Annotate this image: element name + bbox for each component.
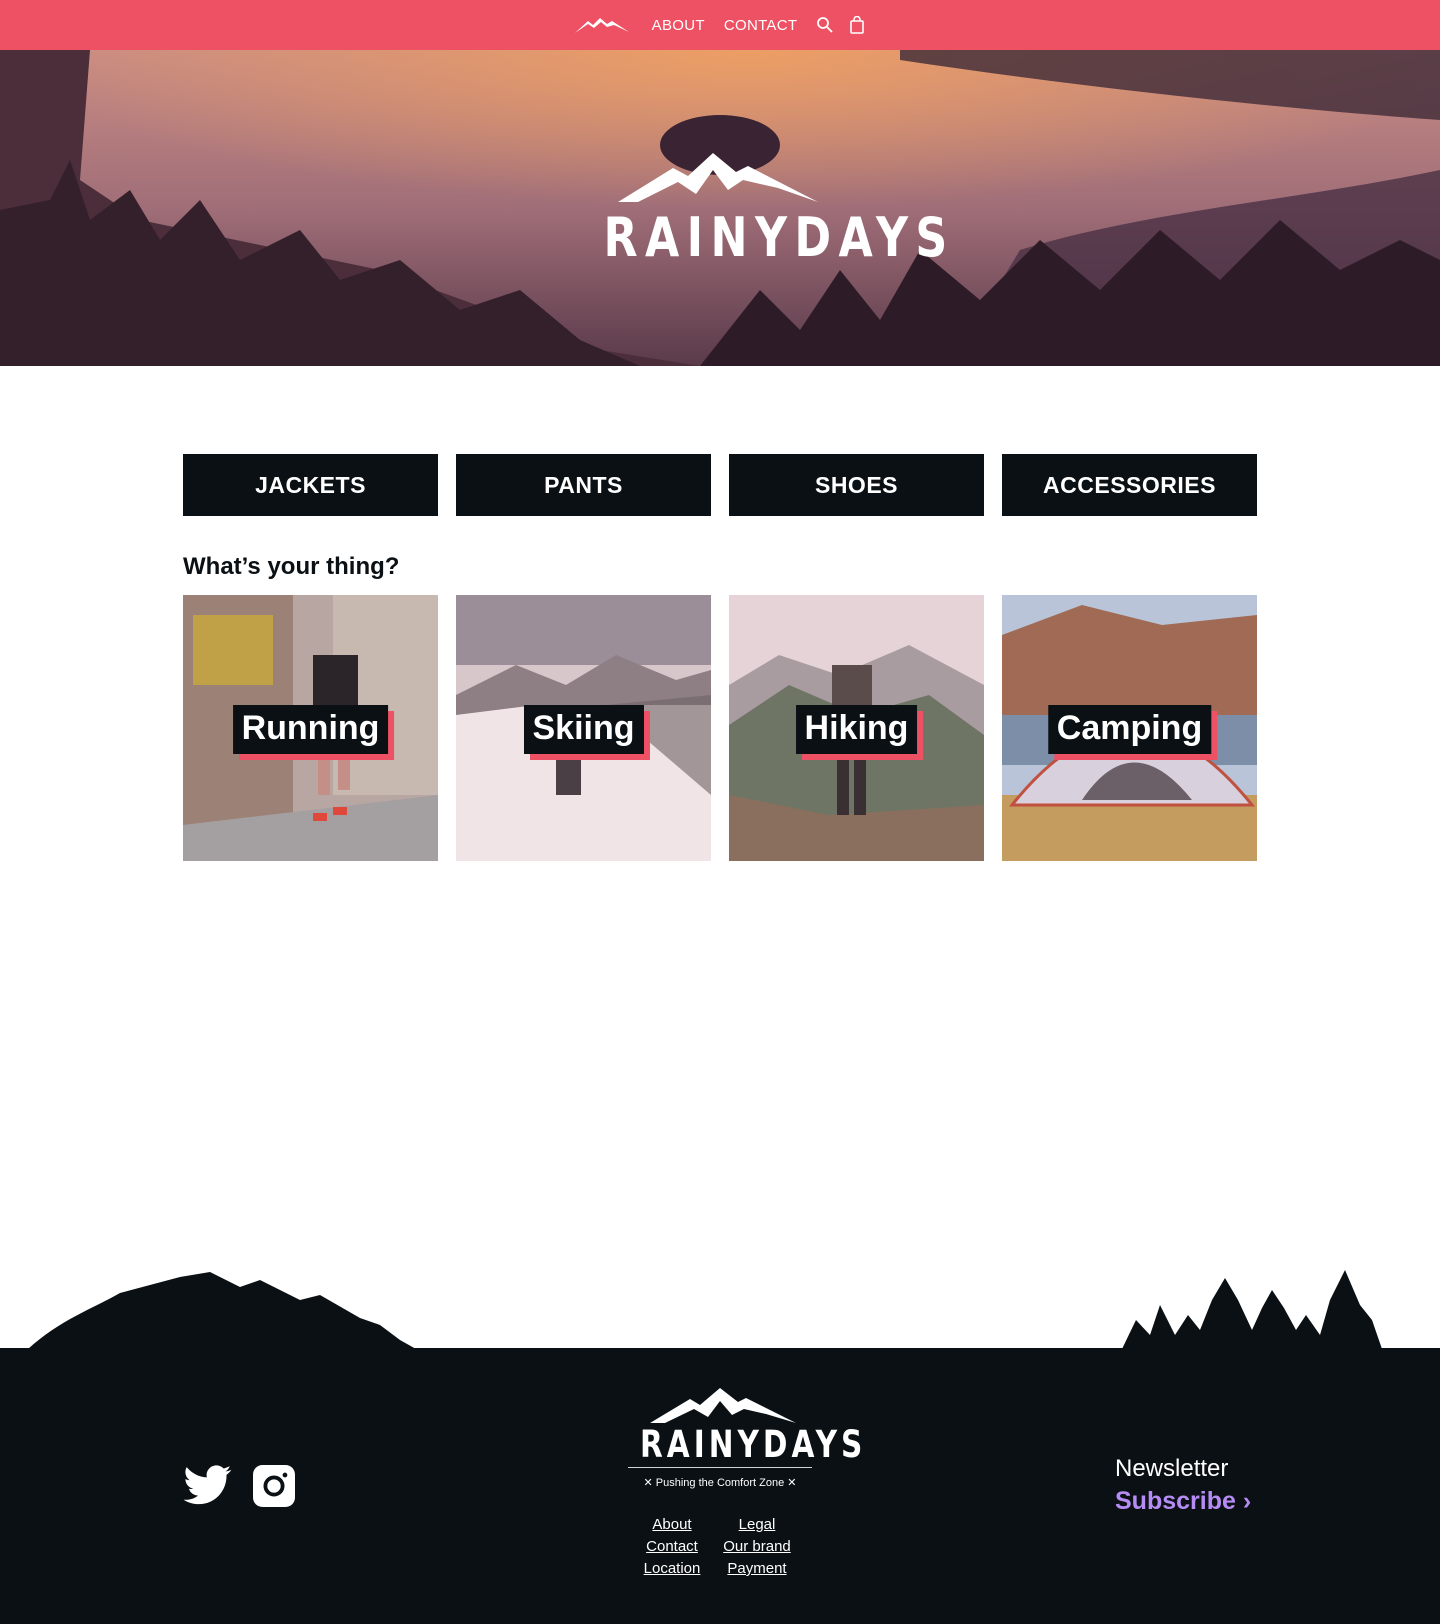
activity-label: Hiking: [795, 705, 918, 754]
section-title: What’s your thing?: [183, 553, 400, 580]
footer-link-location[interactable]: Location: [636, 1560, 708, 1577]
hero-brand-name: RAINYDAYS: [603, 206, 955, 269]
twitter-icon[interactable]: [183, 1464, 233, 1508]
newsletter: Newsletter Subscribe ›: [1115, 1455, 1251, 1516]
activity-label: Running: [232, 705, 389, 754]
social-links: [183, 1464, 295, 1508]
mountain-icon: [650, 1388, 796, 1423]
footer-link-our-brand[interactable]: Our brand: [708, 1538, 806, 1555]
divider: [628, 1467, 812, 1468]
instagram-icon[interactable]: [253, 1465, 295, 1507]
activity-tile-camping[interactable]: Camping: [1002, 595, 1257, 861]
hero-banner: RAINYDAYS: [0, 50, 1440, 366]
footer-link-legal[interactable]: Legal: [708, 1516, 806, 1533]
footer-link-payment[interactable]: Payment: [708, 1560, 806, 1577]
footer-silhouette: [28, 1270, 1382, 1349]
activity-tile-skiing[interactable]: Skiing: [456, 595, 711, 861]
footer-link-about[interactable]: About: [636, 1516, 708, 1533]
category-buttons: JACKETS PANTS SHOES ACCESSORIES: [183, 454, 1257, 516]
nav-about-link[interactable]: ABOUT: [652, 17, 705, 34]
footer-logo: RAINYDAYS ✕ Pushing the Comfort Zone ✕: [620, 1387, 867, 1497]
nav-contact-link[interactable]: CONTACT: [724, 17, 797, 34]
footer-brand-name: RAINYDAYS: [640, 1423, 867, 1466]
category-accessories-button[interactable]: ACCESSORIES: [1002, 454, 1257, 516]
activity-label: Skiing: [523, 705, 644, 754]
activity-label: Camping: [1047, 705, 1212, 754]
category-shoes-button[interactable]: SHOES: [729, 454, 984, 516]
activity-tile-hiking[interactable]: Hiking: [729, 595, 984, 861]
subscribe-link[interactable]: Subscribe ›: [1115, 1487, 1251, 1516]
category-jackets-button[interactable]: JACKETS: [183, 454, 438, 516]
newsletter-title: Newsletter: [1115, 1455, 1229, 1482]
top-nav: ABOUT CONTACT: [0, 0, 1440, 50]
shopping-bag-icon[interactable]: [848, 16, 866, 34]
search-icon[interactable]: [816, 16, 834, 34]
footer-link-contact[interactable]: Contact: [636, 1538, 708, 1555]
mountain-icon[interactable]: [574, 15, 630, 35]
footer-tagline: ✕ Pushing the Comfort Zone ✕: [643, 1477, 797, 1489]
category-pants-button[interactable]: PANTS: [456, 454, 711, 516]
hero-logo: RAINYDAYS: [578, 150, 955, 310]
activity-tiles: Running Skiing Hiking Camping: [183, 595, 1257, 861]
footer-links: About Legal Contact Our brand Location P…: [636, 1516, 806, 1577]
activity-tile-running[interactable]: Running: [183, 595, 438, 861]
